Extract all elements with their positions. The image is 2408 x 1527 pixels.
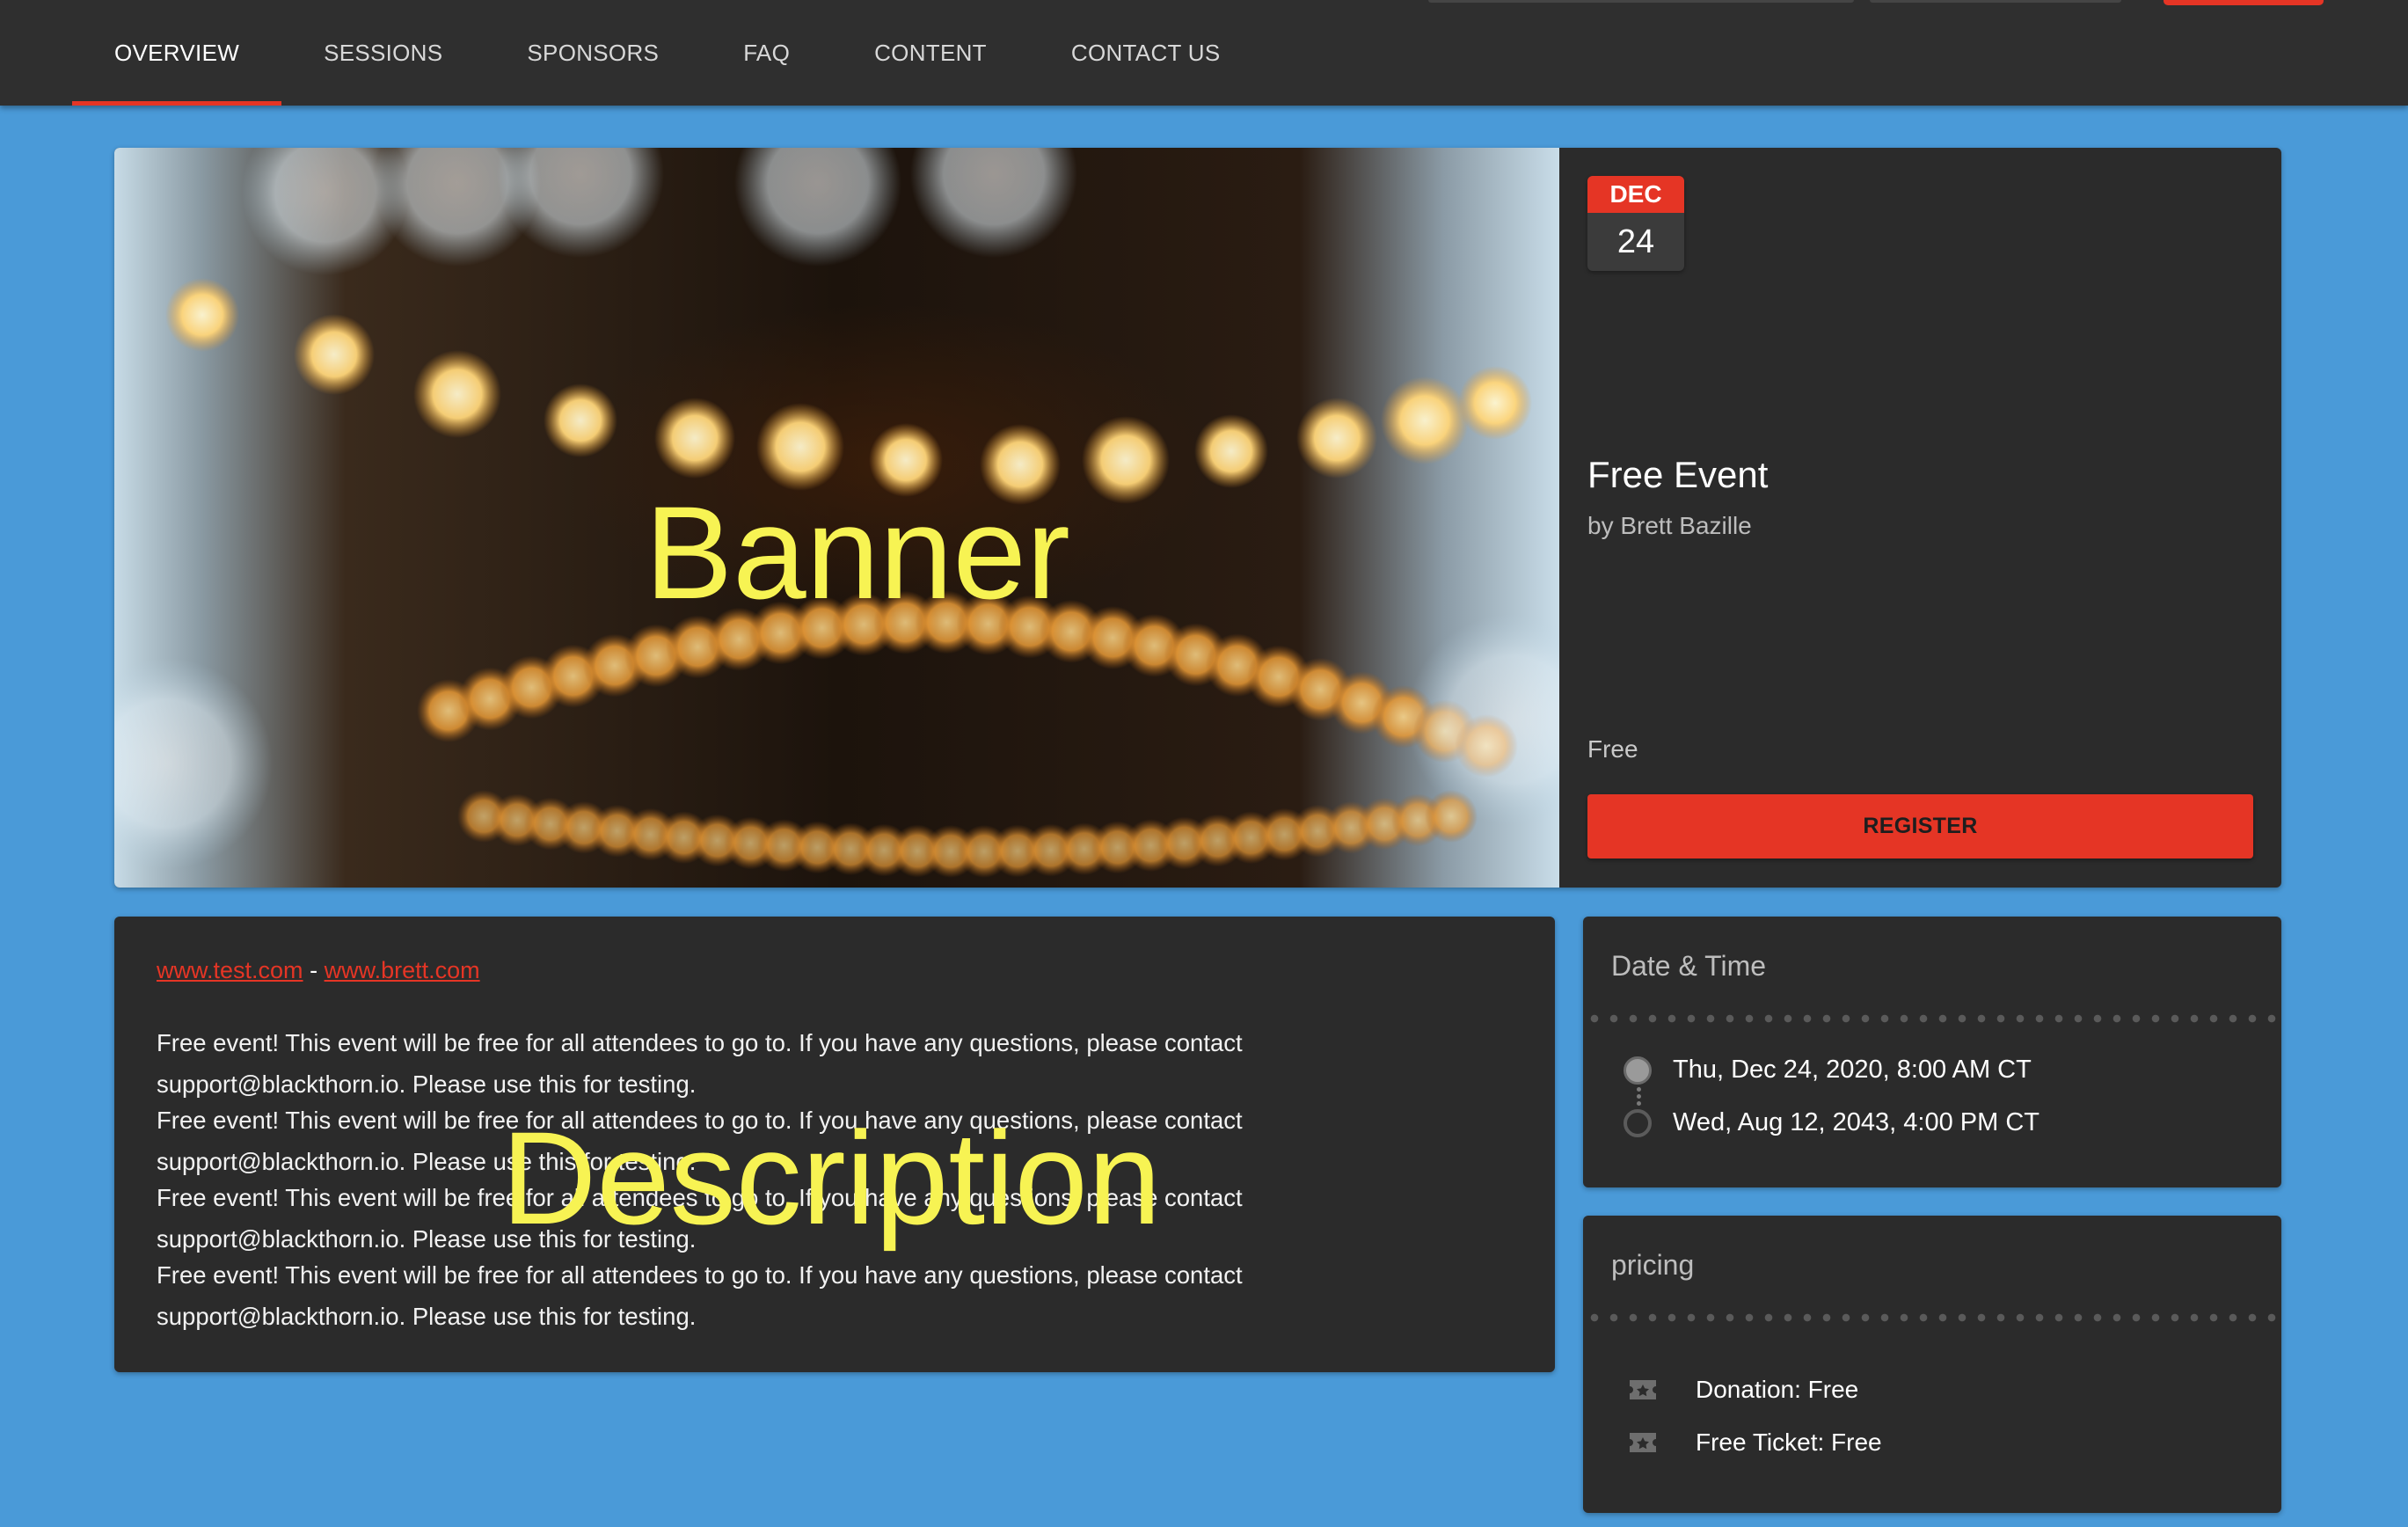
date-time-title: Date & Time [1611, 950, 1767, 982]
bokeh-light [497, 148, 664, 258]
tab-bar: OVERVIEW SESSIONS SPONSORS FAQ CONTENT C… [72, 0, 1262, 106]
card-divider [1583, 1313, 2281, 1322]
bokeh-light [114, 658, 273, 869]
event-price: Free [1587, 735, 1638, 763]
event-date-badge: DEC 24 [1587, 176, 1684, 271]
pricing-card: pricing Donation: Free Free Ticket: Free [1583, 1216, 2281, 1513]
bokeh-lights-graphic [114, 148, 1559, 878]
end-datetime: Wed, Aug 12, 2043, 4:00 PM CT [1673, 1108, 2040, 1136]
price-item-label: Donation: Free [1696, 1376, 1859, 1403]
bokeh-light [294, 314, 375, 395]
event-title: Free Event [1587, 454, 1769, 495]
header-search-field[interactable] [1428, 0, 1854, 3]
start-datetime: Thu, Dec 24, 2020, 8:00 AM CT [1673, 1056, 2032, 1084]
timeline-connector-icon [1636, 1085, 1641, 1108]
bokeh-light [165, 278, 239, 352]
bokeh-light [654, 398, 735, 479]
date-time-card: Date & Time Thu, Dec 24, 2020, 8:00 AM C… [1583, 917, 2281, 1187]
bokeh-light [756, 403, 844, 491]
bokeh-light [869, 423, 943, 497]
link-separator: - [310, 957, 318, 983]
timeline-start-dot-icon [1624, 1056, 1652, 1085]
ticket-icon [1630, 1380, 1656, 1399]
header-select-field[interactable] [1870, 0, 2121, 3]
event-banner-image: Banner [114, 148, 1559, 888]
header-action-button[interactable] [2164, 0, 2324, 5]
tab-content[interactable]: CONTENT [832, 0, 1029, 106]
ticket-icon [1630, 1433, 1656, 1452]
price-item: Donation: Free [1627, 1376, 1858, 1404]
bokeh-light [1296, 398, 1377, 479]
bokeh-light [413, 350, 501, 438]
start-datetime-row: Thu, Dec 24, 2020, 8:00 AM CT [1624, 1056, 2032, 1085]
event-day: 24 [1616, 223, 1655, 260]
bokeh-light [910, 148, 1077, 258]
pricing-title: pricing [1611, 1249, 1695, 1281]
bokeh-light [734, 148, 901, 267]
event-info-panel: DEC 24 Free Event by Brett Bazille Free … [1559, 148, 2281, 888]
tab-sessions[interactable]: SESSIONS [281, 0, 485, 106]
tab-overview[interactable]: OVERVIEW [72, 0, 282, 106]
description-paragraph: Free event! This event will be free for … [157, 1184, 1243, 1253]
event-organizer: by Brett Bazille [1587, 512, 1752, 539]
bokeh-light [1407, 614, 1559, 825]
bokeh-light [1082, 416, 1170, 504]
description-paragraph: Free event! This event will be free for … [157, 1107, 1243, 1175]
register-button[interactable]: REGISTER [1587, 794, 2253, 858]
tab-faq[interactable]: FAQ [701, 0, 832, 106]
bokeh-light [1381, 376, 1469, 464]
bokeh-light [980, 424, 1061, 505]
card-divider [1583, 1014, 2281, 1023]
tab-sponsors[interactable]: SPONSORS [485, 0, 701, 106]
price-item-label: Free Ticket: Free [1696, 1428, 1882, 1456]
event-links: www.test.com - www.brett.com [157, 957, 480, 984]
event-hero-card: Banner DEC 24 Free Event by Brett Bazill… [114, 148, 2281, 888]
bokeh-light [1194, 414, 1268, 488]
event-month: DEC [1587, 176, 1684, 213]
bokeh-light [1458, 366, 1532, 440]
description-paragraph: Free event! This event will be free for … [157, 1029, 1243, 1098]
timeline-end-dot-icon [1624, 1108, 1652, 1137]
website-link-test[interactable]: www.test.com [157, 957, 303, 983]
description-text: Free event! This event will be free for … [157, 1022, 1405, 1332]
price-item: Free Ticket: Free [1627, 1428, 1882, 1457]
website-link-brett[interactable]: www.brett.com [325, 957, 480, 983]
description-paragraph: Free event! This event will be free for … [157, 1261, 1243, 1330]
event-description-card: www.test.com - www.brett.com Free event!… [114, 917, 1555, 1372]
bokeh-light [544, 384, 617, 457]
tab-contact-us[interactable]: CONTACT US [1029, 0, 1263, 106]
top-navigation-bar: OVERVIEW SESSIONS SPONSORS FAQ CONTENT C… [0, 0, 2408, 106]
end-datetime-row: Wed, Aug 12, 2043, 4:00 PM CT [1624, 1108, 2040, 1137]
